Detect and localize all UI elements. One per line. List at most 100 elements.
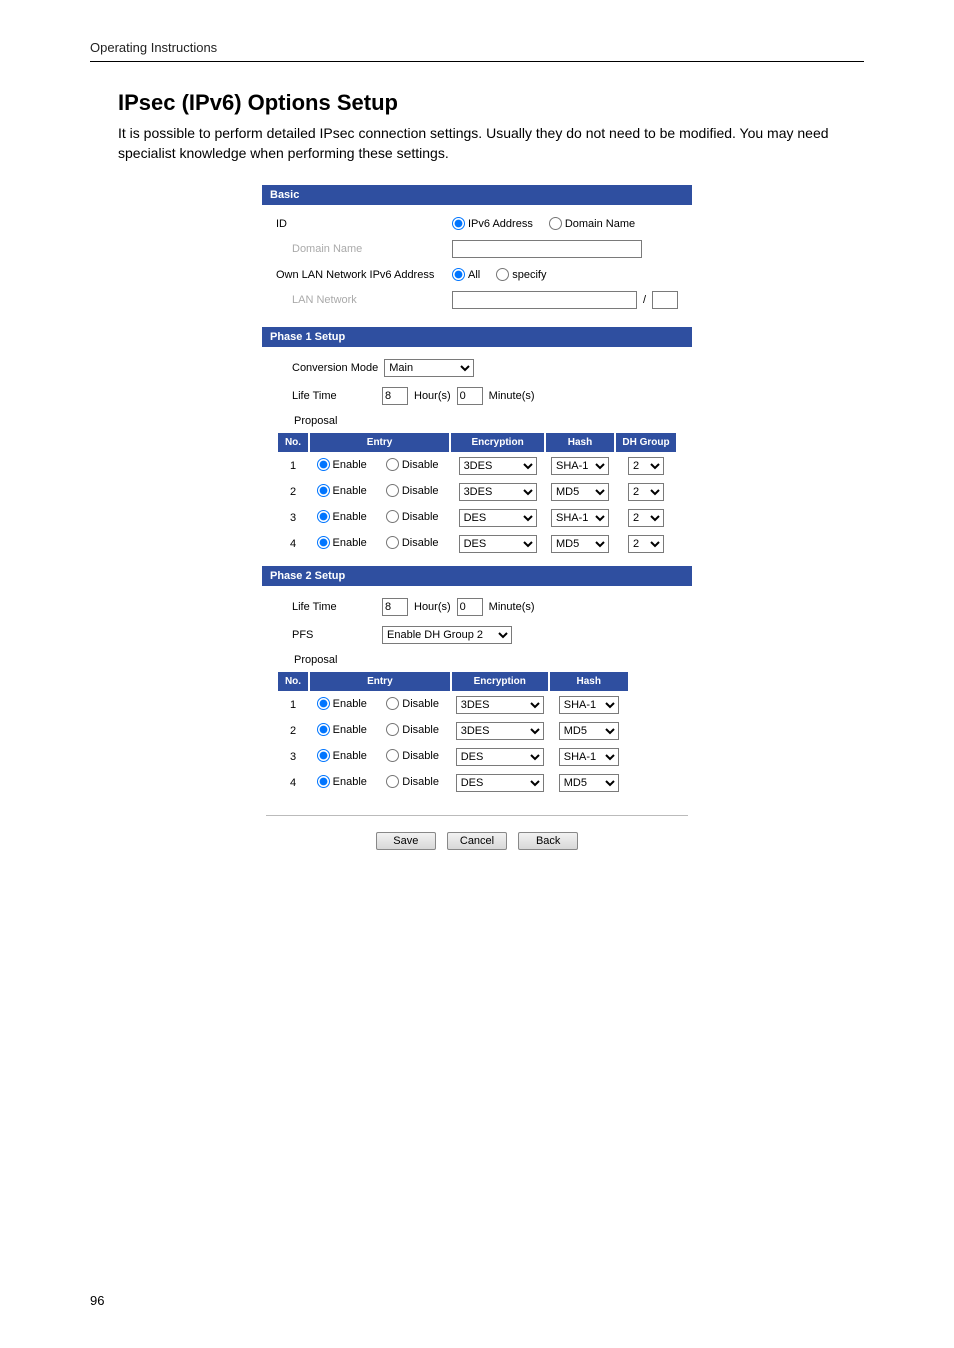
table-row: 2 Enable Disable 3DES MD5 — [277, 718, 629, 744]
p2-pfs-select[interactable]: Enable DH Group 2 — [382, 626, 512, 644]
p1-disable-radio[interactable]: Disable — [386, 458, 439, 471]
p1-row-no: 2 — [277, 479, 309, 505]
p1-hash-select[interactable]: MD5 — [551, 483, 609, 501]
lan-network-label: LAN Network — [276, 294, 446, 306]
p2-enc-select[interactable]: DES — [456, 748, 544, 766]
ipsec-options-panel: Basic ID IPv6 Address Domain Name Domain… — [262, 185, 692, 868]
lan-prefix-input[interactable] — [652, 291, 678, 309]
table-row: 1 Enable Disable 3DES SHA-1 2 — [277, 453, 677, 479]
p2-life-label: Life Time — [276, 601, 376, 613]
own-lan-radio-all[interactable]: All — [452, 268, 480, 281]
p1-life-min-input[interactable] — [457, 387, 483, 405]
p2-disable-radio[interactable]: Disable — [386, 749, 439, 762]
p2-th-entry: Entry — [309, 671, 451, 692]
table-row: 3 Enable Disable DES SHA-1 2 — [277, 505, 677, 531]
p1-enc-select[interactable]: 3DES — [459, 483, 537, 501]
p2-life-hours-input[interactable] — [382, 598, 408, 616]
p1-th-enc: Encryption — [450, 432, 545, 453]
p2-life-min-input[interactable] — [457, 598, 483, 616]
id-radio-ipv6-input[interactable] — [452, 217, 465, 230]
table-row: 1 Enable Disable 3DES SHA-1 — [277, 692, 629, 718]
p1-life-min-unit: Minute(s) — [489, 390, 535, 402]
p1-hash-select[interactable]: SHA-1 — [551, 457, 609, 475]
p2-hash-select[interactable]: MD5 — [559, 774, 619, 792]
slash-label: / — [643, 294, 646, 306]
p1-enable-radio[interactable]: Enable — [317, 458, 367, 471]
p1-life-hours-input[interactable] — [382, 387, 408, 405]
save-button[interactable]: Save — [376, 832, 436, 850]
p2-enable-radio[interactable]: Enable — [317, 749, 367, 762]
back-button[interactable]: Back — [518, 832, 578, 850]
id-label: ID — [276, 218, 446, 230]
p2-row-no: 4 — [277, 770, 309, 796]
p2-th-enc: Encryption — [451, 671, 549, 692]
p2-row-no: 1 — [277, 692, 309, 718]
p1-row-no: 1 — [277, 453, 309, 479]
own-lan-radio-specify-input[interactable] — [496, 268, 509, 281]
domain-name-label: Domain Name — [276, 243, 446, 255]
table-row: 4 Enable Disable DES MD5 — [277, 770, 629, 796]
own-lan-radio-specify-label: specify — [512, 269, 546, 281]
p1-enc-select[interactable]: 3DES — [459, 457, 537, 475]
id-radio-domain-input[interactable] — [549, 217, 562, 230]
section-bar-phase2: Phase 2 Setup — [262, 566, 692, 586]
p2-enc-select[interactable]: 3DES — [456, 722, 544, 740]
p2-disable-radio[interactable]: Disable — [386, 697, 439, 710]
section-bar-basic: Basic — [262, 185, 692, 205]
intro-text: It is possible to perform detailed IPsec… — [118, 124, 864, 163]
page-title: IPsec (IPv6) Options Setup — [118, 90, 864, 116]
p2-th-hash: Hash — [549, 671, 629, 692]
id-radio-domain-label: Domain Name — [565, 218, 635, 230]
p1-disable-radio[interactable]: Disable — [386, 536, 439, 549]
p1-conv-label: Conversion Mode — [276, 362, 378, 374]
p1-dh-select[interactable]: 2 — [628, 509, 664, 527]
p1-enable-radio[interactable]: Enable — [317, 510, 367, 523]
p2-enc-select[interactable]: DES — [456, 774, 544, 792]
p2-disable-radio[interactable]: Disable — [386, 723, 439, 736]
own-lan-radio-all-input[interactable] — [452, 268, 465, 281]
p1-proposal-table: No. Entry Encryption Hash DH Group 1 Ena… — [276, 431, 678, 558]
p1-th-hash: Hash — [545, 432, 615, 453]
p2-th-no: No. — [277, 671, 309, 692]
p2-row-no: 3 — [277, 744, 309, 770]
p1-disable-radio[interactable]: Disable — [386, 484, 439, 497]
p1-th-entry: Entry — [309, 432, 450, 453]
p1-dh-select[interactable]: 2 — [628, 483, 664, 501]
p2-row-no: 2 — [277, 718, 309, 744]
page-number: 96 — [90, 1293, 104, 1308]
id-radio-ipv6-label: IPv6 Address — [468, 218, 533, 230]
table-row: 4 Enable Disable DES MD5 2 — [277, 531, 677, 557]
p2-enable-radio[interactable]: Enable — [317, 723, 367, 736]
p1-disable-radio[interactable]: Disable — [386, 510, 439, 523]
p1-hash-select[interactable]: MD5 — [551, 535, 609, 553]
cancel-button[interactable]: Cancel — [447, 832, 507, 850]
p1-conv-select[interactable]: Main — [384, 359, 474, 377]
p2-enable-radio[interactable]: Enable — [317, 775, 367, 788]
lan-network-input[interactable] — [452, 291, 637, 309]
p2-disable-radio[interactable]: Disable — [386, 775, 439, 788]
id-radio-domain[interactable]: Domain Name — [549, 217, 635, 230]
domain-name-input[interactable] — [452, 240, 642, 258]
p1-enable-radio[interactable]: Enable — [317, 536, 367, 549]
p2-hash-select[interactable]: SHA-1 — [559, 696, 619, 714]
p1-hash-select[interactable]: SHA-1 — [551, 509, 609, 527]
p2-enc-select[interactable]: 3DES — [456, 696, 544, 714]
own-lan-radio-all-label: All — [468, 269, 480, 281]
own-lan-label: Own LAN Network IPv6 Address — [276, 269, 446, 281]
p1-dh-select[interactable]: 2 — [628, 457, 664, 475]
p1-dh-select[interactable]: 2 — [628, 535, 664, 553]
p1-enable-radio[interactable]: Enable — [317, 484, 367, 497]
p1-th-no: No. — [277, 432, 309, 453]
p1-row-no: 4 — [277, 531, 309, 557]
p2-life-min-unit: Minute(s) — [489, 601, 535, 613]
p1-proposal-label: Proposal — [294, 415, 678, 427]
section-bar-phase1: Phase 1 Setup — [262, 327, 692, 347]
p1-enc-select[interactable]: DES — [459, 535, 537, 553]
p1-th-dh: DH Group — [615, 432, 677, 453]
own-lan-radio-specify[interactable]: specify — [496, 268, 546, 281]
p1-enc-select[interactable]: DES — [459, 509, 537, 527]
p2-hash-select[interactable]: SHA-1 — [559, 748, 619, 766]
id-radio-ipv6[interactable]: IPv6 Address — [452, 217, 533, 230]
p2-enable-radio[interactable]: Enable — [317, 697, 367, 710]
p2-hash-select[interactable]: MD5 — [559, 722, 619, 740]
